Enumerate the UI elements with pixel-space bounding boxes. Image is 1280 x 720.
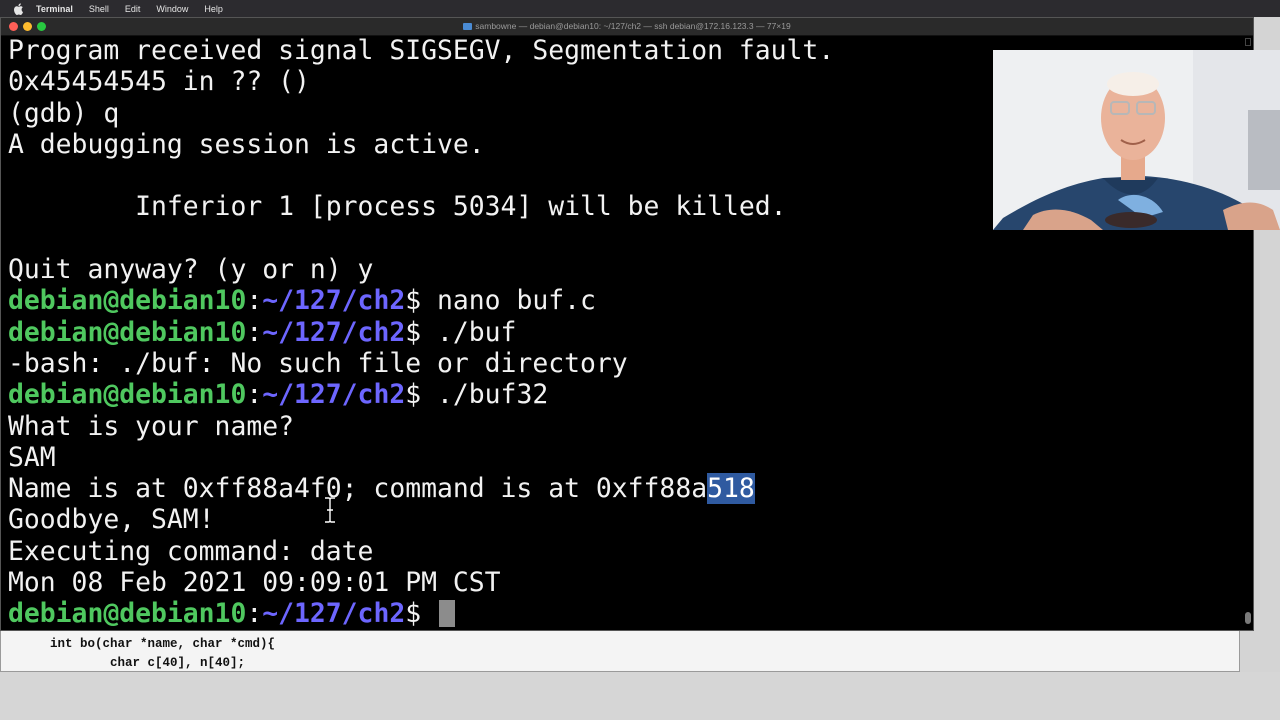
desktop-background: [0, 672, 1280, 720]
scroll-indicator: [1245, 38, 1251, 46]
prompt-user-host: debian@debian10: [8, 316, 247, 348]
output-line: Name is at 0xff88a4f0; command is at 0xf…: [8, 473, 1241, 505]
code-line: char c[40], n[40];: [50, 656, 246, 670]
scrollbar-thumb[interactable]: [1245, 612, 1251, 624]
prompt-user-host: debian@debian10: [8, 379, 247, 411]
output-line: What is your name?: [8, 410, 294, 442]
output-line: Mon 08 Feb 2021 09:09:01 PM CST: [8, 567, 501, 599]
output-line: Goodbye, SAM!: [8, 504, 215, 536]
prompt-user-host: debian@debian10: [8, 598, 247, 630]
prompt-dollar: $: [405, 285, 422, 317]
menu-terminal[interactable]: Terminal: [36, 4, 73, 14]
menu-window[interactable]: Window: [156, 4, 188, 14]
command-text: [421, 598, 437, 629]
prompt-line: debian@debian10:~/127/ch2$ nano buf.c: [8, 285, 1241, 316]
prompt-path: ~/127/ch2: [262, 598, 406, 630]
code-line: int bo(char *name, char *cmd){: [50, 637, 276, 651]
active-prompt-line[interactable]: debian@debian10:~/127/ch2$: [8, 598, 1241, 629]
output-line: Executing command: date: [8, 535, 374, 567]
source-code-preview: int bo(char *name, char *cmd){ char c[40…: [50, 635, 275, 673]
command-text: nano buf.c: [421, 285, 596, 317]
prompt-colon: :: [246, 379, 263, 411]
prompt-colon: :: [246, 316, 263, 348]
prompt-dollar: $: [405, 379, 422, 411]
prompt-line: debian@debian10:~/127/ch2$ ./buf: [8, 317, 1241, 348]
prompt-dollar: $: [405, 598, 422, 630]
text-cursor: [439, 600, 455, 628]
prompt-colon: :: [246, 598, 263, 630]
selected-text[interactable]: 518: [707, 473, 755, 505]
webcam-overlay: [993, 50, 1280, 230]
output-line: SAM: [8, 441, 56, 473]
output-line: -bash: ./buf: No such file or directory: [8, 347, 628, 379]
terminal-titlebar[interactable]: sambowne — debian@debian10: ~/127/ch2 — …: [1, 18, 1253, 36]
folder-icon: [463, 23, 473, 30]
prompt-user-host: debian@debian10: [8, 285, 247, 317]
menu-shell[interactable]: Shell: [89, 4, 109, 14]
menu-bar: Terminal Shell Edit Window Help: [0, 0, 1280, 17]
prompt-path: ~/127/ch2: [262, 316, 406, 348]
prompt-colon: :: [246, 285, 263, 317]
prompt-path: ~/127/ch2: [262, 379, 406, 411]
command-text: ./buf32: [421, 379, 549, 411]
ibeam-cursor-icon: [325, 497, 335, 523]
window-title-text: sambowne — debian@debian10: ~/127/ch2 — …: [475, 21, 791, 31]
menu-edit[interactable]: Edit: [125, 4, 141, 14]
prompt-line: debian@debian10:~/127/ch2$ ./buf32: [8, 379, 1241, 410]
prompt-path: ~/127/ch2: [262, 285, 406, 317]
presenter-image: [993, 50, 1280, 230]
window-title: sambowne — debian@debian10: ~/127/ch2 — …: [1, 21, 1253, 31]
prompt-dollar: $: [405, 316, 422, 348]
apple-logo-icon[interactable]: [12, 2, 26, 15]
command-text: ./buf: [421, 316, 517, 348]
address-text: Name is at 0xff88a4f0; command is at 0xf…: [8, 473, 708, 505]
output-line: Quit anyway? (y or n) y: [8, 254, 374, 286]
menu-help[interactable]: Help: [204, 4, 223, 14]
